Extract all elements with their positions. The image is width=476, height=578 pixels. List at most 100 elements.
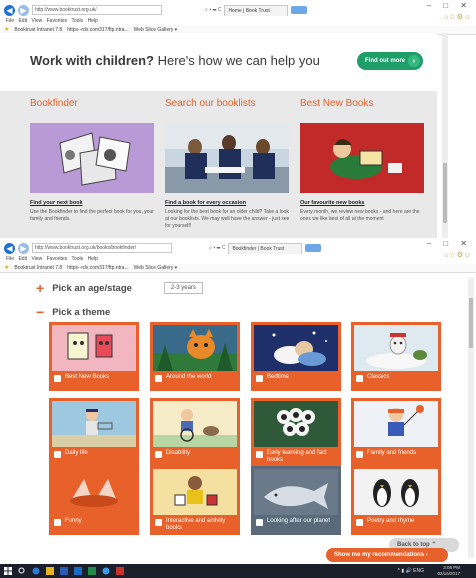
edge-icon[interactable] — [32, 567, 40, 575]
favorite-link[interactable]: Booktrust Intranet 7.8 — [14, 264, 62, 273]
scrollbar-thumb[interactable] — [469, 298, 473, 348]
browser-tab[interactable]: Home | Book Trust — [224, 4, 289, 16]
around-the-world-illustration — [153, 325, 237, 371]
menu-help[interactable]: Help — [88, 256, 98, 262]
menu-edit[interactable]: Edit — [18, 18, 27, 24]
theme-tile-looking-after-planet[interactable]: Looking after our planet — [251, 466, 341, 535]
find-out-more-button[interactable]: Find out more › — [357, 52, 423, 70]
windows-start-icon[interactable] — [4, 567, 12, 575]
word-icon[interactable] — [60, 567, 68, 575]
theme-checkbox[interactable] — [155, 519, 162, 526]
theme-checkbox[interactable] — [54, 375, 61, 382]
column-description: Use the Bookfinder to find the perfect b… — [30, 209, 154, 222]
theme-filter-header[interactable]: − Pick a theme — [36, 304, 110, 320]
find-book-occasion-link[interactable]: Find a book for every occasion — [165, 200, 246, 206]
menu-help[interactable]: Help — [88, 18, 98, 24]
excel-icon[interactable] — [88, 567, 96, 575]
favourite-new-books-link[interactable]: Our favourite new books — [300, 200, 364, 206]
scrollbar-thumb[interactable] — [443, 163, 447, 223]
theme-checkbox[interactable] — [54, 451, 61, 458]
browser-tab[interactable]: Bookfinder | Book Trust — [228, 242, 303, 254]
app-icon[interactable] — [116, 567, 124, 575]
family-friends-illustration — [354, 401, 438, 447]
search-icon[interactable] — [18, 567, 26, 575]
theme-tile-poetry-rhyme[interactable]: Poetry and rhyme — [351, 466, 441, 535]
new-tab-button[interactable] — [291, 6, 308, 14]
theme-tile-daily-life[interactable]: Daily life — [49, 398, 139, 467]
arrow-right-icon: › — [408, 55, 420, 67]
menu-view[interactable]: View — [31, 18, 42, 24]
back-button[interactable]: ◀ — [4, 4, 15, 16]
collapse-minus-icon[interactable]: − — [36, 304, 44, 320]
taskbar-clock[interactable]: 3:06 PM 02/16/2017 — [437, 565, 460, 577]
column-heading: Search our booklists — [165, 98, 256, 109]
theme-checkbox[interactable] — [256, 375, 263, 382]
theme-label-text: Disability — [166, 450, 191, 456]
windows-taskbar: ^ ▮ 🔊 ENG 3:06 PM 02/16/2017 — [0, 564, 476, 578]
outlook-icon[interactable] — [74, 567, 82, 575]
find-next-book-link[interactable]: Find your next book — [30, 200, 83, 206]
favorite-link[interactable]: https--rdx.com317/ftp.ntra... — [67, 264, 128, 273]
theme-tile-early-learning[interactable]: Early learning and fact books — [251, 398, 341, 467]
theme-checkbox[interactable] — [356, 519, 363, 526]
theme-tile-bedtime[interactable]: Bedtime — [251, 322, 341, 391]
theme-checkbox[interactable] — [356, 451, 363, 458]
theme-tile-disability[interactable]: Disability — [150, 398, 240, 467]
favorites-star-icon: ★ — [4, 264, 10, 271]
menu-favorites[interactable]: Favorites — [47, 256, 68, 262]
theme-checkbox[interactable] — [356, 375, 363, 382]
address-tools[interactable]: ⌕ ▾ ☰ C — [209, 245, 225, 251]
theme-label-text: Looking after our planet — [267, 518, 331, 524]
menu-view[interactable]: View — [31, 256, 42, 262]
theme-tile-funny[interactable]: Funny — [49, 466, 139, 535]
back-button[interactable]: ◀ — [4, 242, 15, 254]
home-star-gear-icons[interactable]: ⌂☆⚙☺ — [444, 251, 472, 259]
forward-button[interactable]: ▶ — [18, 242, 29, 254]
banner-headline: Work with children? Here's how we can he… — [30, 53, 320, 68]
funny-illustration — [52, 469, 136, 515]
theme-tile-best-new-books[interactable]: Best New Books — [49, 322, 139, 391]
favorite-link[interactable]: Web Slice Gallery ▾ — [134, 264, 178, 273]
ie-icon[interactable] — [102, 567, 110, 575]
address-tools[interactable]: ⌕ ▾ ☰ C — [205, 7, 221, 13]
window-controls[interactable]: – □ ✕ — [427, 1, 472, 10]
theme-checkbox[interactable] — [155, 451, 162, 458]
screenshot-home: ◀ ▶ http://www.booktrust.org.uk/ ⌕ ▾ ☰ C… — [0, 0, 476, 240]
age-filter[interactable]: + Pick an age/stage 2-3 years — [36, 280, 203, 296]
planet-whale-illustration — [254, 469, 338, 515]
menu-edit[interactable]: Edit — [18, 256, 27, 262]
theme-label-text: Bedtime — [267, 374, 290, 380]
early-learning-illustration — [254, 401, 338, 447]
theme-label-text: Best New Books — [65, 374, 110, 380]
theme-tile-around-the-world[interactable]: Around the world — [150, 322, 240, 391]
page-scrollbar[interactable] — [468, 278, 474, 558]
expand-plus-icon[interactable]: + — [36, 280, 44, 296]
menu-file[interactable]: File — [6, 18, 14, 24]
theme-checkbox[interactable] — [155, 375, 162, 382]
address-bar[interactable]: http://www.booktrust.org.uk/ — [32, 5, 162, 15]
age-selected-value[interactable]: 2-3 years — [163, 282, 203, 294]
menu-tools[interactable]: Tools — [71, 18, 83, 24]
menu-favorites[interactable]: Favorites — [47, 18, 68, 24]
show-recommendations-button[interactable]: Show me my recommendations › — [326, 548, 448, 562]
new-tab-button[interactable] — [305, 244, 322, 252]
theme-tile-classics[interactable]: Classics — [351, 322, 441, 391]
theme-tile-interactive[interactable]: Interactive and activity books — [150, 466, 240, 535]
theme-label-text: Family and friends — [367, 450, 417, 456]
theme-checkbox[interactable] — [256, 519, 263, 526]
menu-file[interactable]: File — [6, 256, 14, 262]
explorer-icon[interactable] — [46, 567, 54, 575]
theme-checkbox[interactable] — [256, 451, 263, 458]
address-bar[interactable]: http://www.booktrust.org.uk/books/bookfi… — [32, 243, 172, 253]
system-tray[interactable]: ^ ▮ 🔊 ENG — [398, 568, 424, 574]
window-controls[interactable]: – □ ✕ — [427, 239, 472, 248]
forward-button[interactable]: ▶ — [18, 4, 29, 16]
theme-tile-family-friends[interactable]: Family and friends — [351, 398, 441, 467]
disability-illustration — [153, 401, 237, 447]
best-new-books-image — [300, 123, 424, 193]
menu-tools[interactable]: Tools — [71, 256, 83, 262]
theme-checkbox[interactable] — [54, 519, 61, 526]
theme-label-text: Early learning and fact books — [267, 450, 327, 463]
home-star-gear-icons[interactable]: ⌂☆⚙☺ — [444, 13, 472, 21]
page-scrollbar[interactable] — [442, 33, 448, 240]
